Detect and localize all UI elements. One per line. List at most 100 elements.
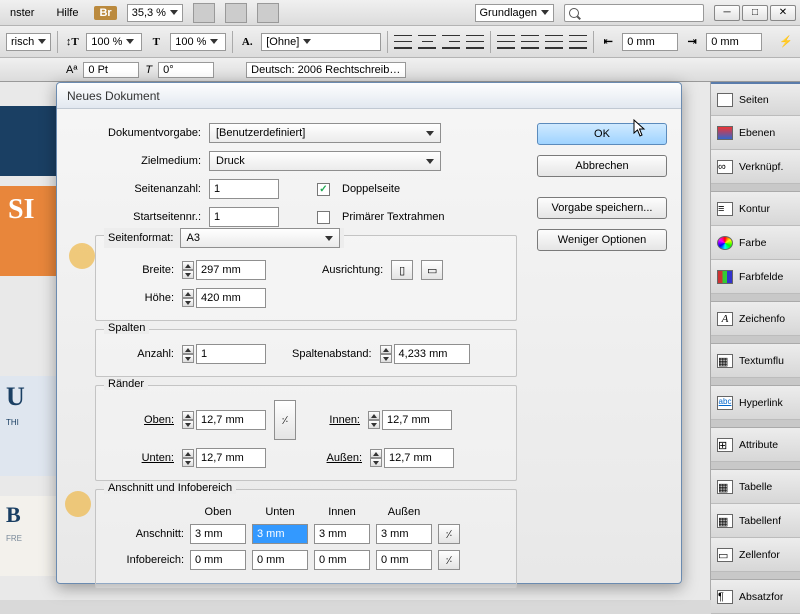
panel-hyperlinks[interactable]: abcHyperlink	[711, 386, 800, 420]
hscale-combo[interactable]: 100 %	[170, 33, 226, 51]
skew-input[interactable]: 0°	[158, 62, 214, 78]
panel-absatzformate[interactable]: ¶Absatzfor	[711, 580, 800, 614]
margin-top-input[interactable]: 12,7 mm	[196, 410, 266, 430]
table-icon: ▦	[717, 480, 733, 494]
scale-icon: ↕T	[64, 34, 80, 50]
font-combo[interactable]: risch	[6, 33, 51, 51]
vscale-combo[interactable]: 100 %	[86, 33, 142, 51]
justify-last-center-icon[interactable]	[521, 35, 539, 49]
intent-dropdown[interactable]: Druck	[209, 151, 441, 171]
pages-icon	[717, 93, 733, 107]
panel-farbe[interactable]: Farbe	[711, 226, 800, 260]
margin-bottom-input[interactable]: 12,7 mm	[196, 448, 266, 468]
bleed-top-input[interactable]: 3 mm	[190, 524, 246, 544]
view-icon-2[interactable]	[225, 3, 247, 23]
panel-zellenformate[interactable]: ▭Zellenfor	[711, 538, 800, 572]
width-label: Breite:	[108, 264, 174, 276]
orientation-portrait-icon[interactable]: ▯	[391, 260, 413, 280]
cancel-button[interactable]: Abbrechen	[537, 155, 667, 177]
format-dropdown[interactable]: A3	[180, 228, 340, 248]
view-icon-3[interactable]	[257, 3, 279, 23]
align-right-icon[interactable]	[442, 35, 460, 49]
new-document-dialog: Neues Dokument OK Abbrechen Vorgabe spei…	[56, 82, 682, 584]
fewer-options-button[interactable]: Weniger Optionen	[537, 229, 667, 251]
height-input[interactable]: 420 mm	[196, 288, 266, 308]
justify-all-icon[interactable]	[569, 35, 587, 49]
panel-verknuepfungen[interactable]: ∞Verknüpf.	[711, 150, 800, 184]
language-combo[interactable]: Deutsch: 2006 Rechtschreib…	[246, 62, 406, 78]
panel-ebenen[interactable]: Ebenen	[711, 116, 800, 150]
bolt-icon[interactable]: ⚡	[778, 34, 794, 50]
panel-zeichenformate[interactable]: AZeichenfo	[711, 302, 800, 336]
number-input[interactable]: 1	[196, 344, 266, 364]
search-field[interactable]	[564, 4, 704, 22]
slug-inside-input[interactable]: 0 mm	[314, 550, 370, 570]
slug-top-input[interactable]: 0 mm	[190, 550, 246, 570]
left-indent-input[interactable]: 0 mm	[622, 33, 678, 51]
orientation-landscape-icon[interactable]: ▭	[421, 260, 443, 280]
minimize-button[interactable]: ─	[714, 5, 740, 21]
slug-bottom-input[interactable]: 0 mm	[252, 550, 308, 570]
start-input[interactable]: 1	[209, 207, 279, 227]
maximize-button[interactable]: □	[742, 5, 768, 21]
menu-window[interactable]: nster	[4, 5, 40, 21]
panel-farbfelder[interactable]: Farbfelde	[711, 260, 800, 294]
number-stepper[interactable]	[182, 345, 194, 363]
bleed-outside-input[interactable]: 3 mm	[376, 524, 432, 544]
bleed-title: Anschnitt und Infobereich	[104, 482, 236, 494]
baseline-input[interactable]: 0 Pt	[83, 62, 139, 78]
link-bleed-icon[interactable]: ⸓	[438, 524, 460, 544]
panel-kontur[interactable]: ≡Kontur	[711, 192, 800, 226]
height-stepper[interactable]	[182, 289, 194, 307]
charstyle-combo[interactable]: [Ohne]	[261, 33, 381, 51]
menu-help[interactable]: Hilfe	[50, 5, 84, 21]
margin-inside-stepper[interactable]	[368, 411, 380, 429]
align-left-icon[interactable]	[394, 35, 412, 49]
panel-textumfluss[interactable]: ▦Textumflu	[711, 344, 800, 378]
margin-top-stepper[interactable]	[182, 411, 194, 429]
view-icon-1[interactable]	[193, 3, 215, 23]
margin-outside-stepper[interactable]	[370, 449, 382, 467]
panel-tabellenformate[interactable]: ▦Tabellenf	[711, 504, 800, 538]
facing-pages-checkbox[interactable]	[317, 183, 330, 196]
charstyles-icon: A	[717, 312, 733, 326]
bleed-bottom-input[interactable]: 3 mm	[252, 524, 308, 544]
save-preset-button[interactable]: Vorgabe speichern...	[537, 197, 667, 219]
bridge-icon[interactable]: Br	[94, 6, 116, 20]
align-justify-icon[interactable]	[466, 35, 484, 49]
align-center-icon[interactable]	[418, 35, 436, 49]
margin-inside-input[interactable]: 12,7 mm	[382, 410, 452, 430]
gutter-stepper[interactable]	[380, 345, 392, 363]
link-slug-icon[interactable]: ⸓	[438, 550, 460, 570]
panel-tabelle[interactable]: ▦Tabelle	[711, 470, 800, 504]
highlight-marker-2	[65, 491, 91, 517]
panel-attribute[interactable]: ⊞Attribute	[711, 428, 800, 462]
width-stepper[interactable]	[182, 261, 194, 279]
tablestyles-icon: ▦	[717, 514, 733, 528]
workspace-combo[interactable]: Grundlagen	[475, 4, 555, 22]
margin-outside-input[interactable]: 12,7 mm	[384, 448, 454, 468]
facing-pages-label: Doppelseite	[342, 183, 400, 195]
justify-last-right-icon[interactable]	[545, 35, 563, 49]
width-input[interactable]: 297 mm	[196, 260, 266, 280]
preset-dropdown[interactable]: [Benutzerdefiniert]	[209, 123, 441, 143]
slug-outside-input[interactable]: 0 mm	[376, 550, 432, 570]
ok-button[interactable]: OK	[537, 123, 667, 145]
pages-input[interactable]: 1	[209, 179, 279, 199]
margins-title: Ränder	[104, 378, 148, 390]
columns-title: Spalten	[104, 322, 149, 334]
panel-seiten[interactable]: Seiten	[711, 82, 800, 116]
textwrap-icon: ▦	[717, 354, 733, 368]
chevron-down-icon	[426, 159, 434, 164]
close-button[interactable]: ✕	[770, 5, 796, 21]
margin-bottom-stepper[interactable]	[182, 449, 194, 467]
link-margins-icon[interactable]: ⸓	[274, 400, 296, 440]
justify-last-left-icon[interactable]	[497, 35, 515, 49]
bleed-inside-input[interactable]: 3 mm	[314, 524, 370, 544]
search-icon	[569, 8, 579, 18]
primary-frame-checkbox[interactable]	[317, 211, 330, 224]
zoom-combo[interactable]: 35,3 %	[127, 4, 183, 22]
format-label: Seitenformat: A3	[104, 228, 344, 248]
first-line-input[interactable]: 0 mm	[706, 33, 762, 51]
gutter-input[interactable]: 4,233 mm	[394, 344, 470, 364]
